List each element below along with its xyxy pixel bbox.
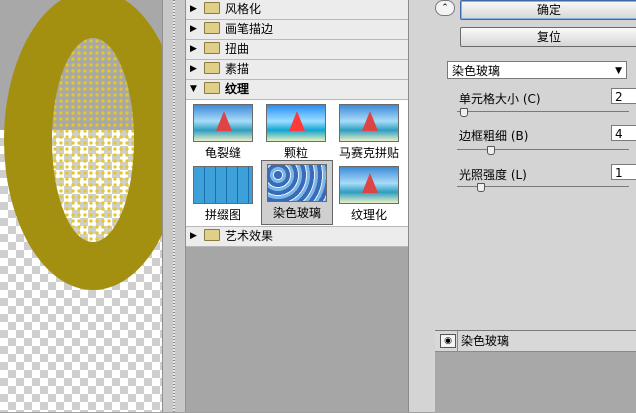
- category-label: 画笔描边: [225, 22, 274, 36]
- filter-label: 马赛克拼贴: [338, 146, 399, 160]
- filter-thumb-texturizer[interactable]: 纹理化: [336, 166, 402, 223]
- effect-layers-list: ◉ 染色玻璃: [435, 330, 636, 413]
- collapse-arrows-icon[interactable]: ⌃: [435, 0, 455, 16]
- slider-thumb[interactable]: [477, 183, 485, 192]
- effect-layer-name: 染色玻璃: [461, 334, 510, 348]
- open-folder-icon: [204, 82, 220, 94]
- category-label: 素描: [225, 62, 250, 76]
- filter-category-list: ▶ 风格化 ▶ 画笔描边 ▶ 扭曲 ▶ 素描 ▼ 纹理 龟裂缝 颗粒 马赛克拼贴 拼缀图 …: [186, 0, 409, 412]
- thumbnail-image: [267, 164, 327, 202]
- slider-track: [457, 111, 629, 112]
- filter-thumb-mosaic-tiles[interactable]: 马赛克拼贴: [336, 104, 402, 161]
- effect-layer-row[interactable]: ◉ 染色玻璃: [435, 331, 636, 352]
- folder-icon: [204, 2, 220, 14]
- expand-arrow-icon: ▶: [190, 64, 197, 74]
- filter-thumb-stained-glass[interactable]: 染色玻璃: [261, 160, 333, 225]
- thumbnail-image: [339, 166, 399, 204]
- border-thickness-label: 边框粗细 (B): [459, 129, 529, 143]
- divider: [457, 331, 458, 351]
- thumbnail-image: [339, 104, 399, 142]
- texture-thumbnails: 龟裂缝 颗粒 马赛克拼贴 拼缀图 染色玻璃 纹理化: [186, 100, 408, 227]
- folder-icon: [204, 62, 220, 74]
- filter-thumb-patchwork[interactable]: 拼缀图: [190, 166, 256, 223]
- category-label: 艺术效果: [225, 229, 274, 243]
- preview-canvas[interactable]: [0, 0, 162, 412]
- dropdown-arrow-icon: ▼: [615, 66, 622, 76]
- category-artistic[interactable]: ▶ 艺术效果: [186, 227, 408, 247]
- thumbnail-image: [266, 104, 326, 142]
- expand-arrow-icon: ▶: [190, 44, 197, 54]
- filter-label: 拼缀图: [204, 208, 241, 222]
- category-label: 风格化: [225, 2, 262, 16]
- reset-button[interactable]: 复位: [460, 27, 636, 47]
- expand-arrow-icon: ▶: [190, 24, 197, 34]
- slider-thumb[interactable]: [460, 108, 468, 117]
- category-label: 纹理: [225, 82, 250, 96]
- border-thickness-input[interactable]: 4: [611, 125, 636, 141]
- border-thickness-slider[interactable]: [457, 146, 636, 155]
- light-intensity-label: 光照强度 (L): [459, 168, 527, 182]
- category-brush-strokes[interactable]: ▶ 画笔描边: [186, 20, 408, 40]
- cell-size-slider[interactable]: [457, 108, 636, 117]
- folder-icon: [204, 229, 220, 241]
- filter-select-value: 染色玻璃: [452, 64, 501, 78]
- category-texture[interactable]: ▼ 纹理: [186, 80, 408, 100]
- slider-thumb[interactable]: [487, 146, 495, 155]
- ok-button[interactable]: 确定: [460, 0, 636, 20]
- eye-icon[interactable]: ◉: [440, 334, 456, 348]
- expand-arrow-icon: ▶: [190, 4, 197, 14]
- category-stylize[interactable]: ▶ 风格化: [186, 0, 408, 20]
- filter-select[interactable]: 染色玻璃 ▼: [447, 61, 627, 79]
- cell-size-input[interactable]: 2: [611, 88, 636, 104]
- cell-size-label: 单元格大小 (C): [459, 92, 541, 106]
- filter-thumb-craquelure[interactable]: 龟裂缝: [190, 104, 256, 161]
- filter-thumb-grain[interactable]: 颗粒: [263, 104, 329, 161]
- light-intensity-input[interactable]: 1: [611, 164, 636, 180]
- folder-icon: [204, 22, 220, 34]
- thumbnail-image: [193, 166, 253, 204]
- thumbnail-image: [193, 104, 253, 142]
- collapse-arrow-icon: ▼: [190, 84, 197, 94]
- filter-label: 纹理化: [350, 208, 387, 222]
- panel-splitter[interactable]: [162, 0, 186, 412]
- filter-label: 染色玻璃: [272, 206, 321, 220]
- folder-icon: [204, 42, 220, 54]
- filter-label: 颗粒: [283, 146, 308, 160]
- category-sketch[interactable]: ▶ 素描: [186, 60, 408, 80]
- slider-track: [457, 149, 629, 150]
- filter-settings-panel: ⌃ 确定 复位 染色玻璃 ▼ 单元格大小 (C) 2 边框粗细 (B) 4 光照…: [408, 0, 636, 413]
- category-distort[interactable]: ▶ 扭曲: [186, 40, 408, 60]
- category-label: 扭曲: [225, 42, 250, 56]
- expand-arrow-icon: ▶: [190, 231, 197, 241]
- light-intensity-slider[interactable]: [457, 183, 636, 192]
- filter-label: 龟裂缝: [204, 146, 241, 160]
